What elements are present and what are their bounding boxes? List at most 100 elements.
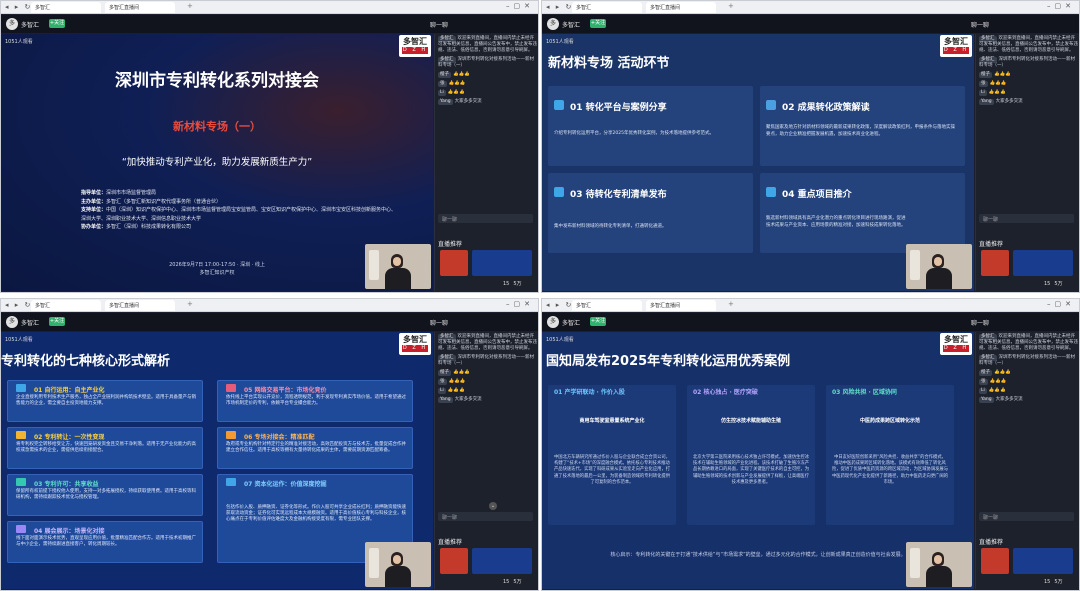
brand-logo: 多智汇 D Z H: [399, 333, 431, 355]
chat-message: 多智汇 深圳市专利转化对接系列活动——新材料专场（一）: [438, 355, 534, 366]
presenter-camera: [906, 542, 972, 587]
chat-tab[interactable]: 聊一聊: [430, 318, 448, 327]
chat-tab[interactable]: 聊一聊: [971, 20, 989, 29]
chat-panel: 多智汇 欢迎来到直播间，直播间内禁止未经许可发布相关信息，直播间公告发布中，禁止发…: [975, 34, 1079, 291]
host-avatar[interactable]: 多: [547, 316, 559, 328]
thumb[interactable]: [981, 548, 1009, 574]
chat-message: 张 👍👍👍: [979, 379, 1007, 385]
recommend-label: 直播推荐: [438, 539, 463, 546]
host-avatar[interactable]: 多: [547, 18, 559, 30]
chat-message: 张 👍👍👍: [438, 81, 466, 87]
recommend-thumbs[interactable]: [979, 548, 1079, 574]
recommend-thumbs[interactable]: [438, 548, 538, 574]
browser-tabbar: ◂ ▸ ↻ 多智汇 多智汇直播间 + –▢✕: [1, 1, 538, 14]
case-desc: 北京大学第三医院采用核心技术独占许可模式，加速仿生控冰技术在辅助生殖领域的产业化…: [693, 455, 810, 485]
window-controls[interactable]: –▢✕: [506, 2, 534, 10]
chat-input[interactable]: 聊一聊: [979, 214, 1074, 223]
form-card: 06 专场对接会：精准匹配 政府或专业机构针对特定行业的精准对接活动，高效匹配投…: [217, 427, 413, 469]
follow-button[interactable]: +关注: [590, 317, 606, 326]
follow-button[interactable]: +关注: [49, 19, 65, 28]
chat-message: 张 👍👍👍: [979, 81, 1007, 87]
thumb[interactable]: [1013, 250, 1073, 276]
chat-message: Yang 大家多多交流: [979, 397, 1023, 403]
case-subtitle: 仿生控冰技术赋能辅助生殖: [720, 418, 781, 424]
slide-cases: 1051人观看 多智汇 D Z H 国知局发布2025年专利转化运用优秀案例 01…: [542, 332, 974, 589]
browser-tabbar: ◂ ▸ ↻ 多智汇 多智汇直播间 + –▢✕: [542, 1, 1079, 14]
chat-message: Li 👍👍👍: [438, 90, 465, 96]
form-desc: 包括作价入股、质押融资、证券化等形式。作价入股可共享企业成长红利；质押融资能快速…: [226, 505, 406, 523]
chat-message: Li 👍👍👍: [979, 388, 1006, 394]
chat-input[interactable]: 聊一聊: [979, 512, 1074, 521]
nav-buttons[interactable]: ◂ ▸ ↻: [5, 301, 32, 309]
case-card: 02 核心独占 · 医疗突破 仿生控冰技术赋能辅助生殖 北京大学第三医院采用核心…: [687, 385, 815, 525]
brand-name: 多智汇: [403, 335, 427, 344]
viewer-count: 1051人观看: [546, 337, 574, 343]
chat-tab[interactable]: 聊一聊: [971, 318, 989, 327]
nav-buttons[interactable]: ◂ ▸ ↻: [5, 3, 32, 11]
chat-input[interactable]: 聊一聊: [438, 512, 533, 521]
browser-window-4: ◂ ▸ ↻ 多智汇 多智汇直播间 + –▢✕ 多 多智汇 +关注 聊一聊 105…: [541, 298, 1080, 591]
agenda-desc: 甄选新材料领域具有高产业化潜力的重点转化项目进行现场路演，促进技术成果与产业资本…: [766, 216, 906, 228]
new-tab-icon[interactable]: +: [187, 2, 193, 10]
nav-buttons[interactable]: ◂ ▸ ↻: [546, 3, 573, 11]
thumb[interactable]: [440, 548, 468, 574]
thumb[interactable]: [472, 548, 532, 574]
agenda-desc: 介绍专利转化运用平台，分享2025年优秀转化案例，为技术落地提供参考范式。: [554, 131, 714, 136]
form-title: 04 展会展示：场景化对接: [34, 528, 105, 535]
host-avatar[interactable]: 多: [6, 316, 18, 328]
follow-button[interactable]: +关注: [49, 317, 65, 326]
organizer-row: 支持单位：中国（深圳）知识产权保护中心、深圳市市场监督管理局宝安监管局、宝安区知…: [81, 207, 397, 222]
nav-buttons[interactable]: ◂ ▸ ↻: [546, 301, 573, 309]
thumb[interactable]: [472, 250, 532, 276]
scroll-down-icon[interactable]: ⌄: [489, 502, 497, 510]
brand-name: 多智汇: [944, 37, 968, 46]
slide-title: 新材料专场 活动环节: [548, 56, 670, 71]
recommend-label: 直播推荐: [979, 539, 1004, 546]
tab-1[interactable]: 多智汇: [572, 300, 642, 311]
license-icon: [16, 478, 26, 486]
tab-2[interactable]: 多智汇直播间: [105, 300, 175, 311]
chat-panel: 多智汇 欢迎来到直播间，直播间内禁止未经许可发布相关信息，直播间公告发布中，禁止发…: [975, 332, 1079, 589]
brand-tag: D Z H: [943, 345, 969, 352]
tab-1[interactable]: 多智汇: [572, 2, 642, 13]
chat-message: Li 👍👍👍: [438, 388, 465, 394]
window-controls[interactable]: –▢✕: [1047, 2, 1075, 10]
tab-1[interactable]: 多智汇: [31, 300, 101, 311]
recommend-thumbs[interactable]: [438, 250, 538, 276]
new-tab-icon[interactable]: +: [187, 300, 193, 308]
live-header: 多 多智汇 +关注 聊一聊: [542, 15, 1079, 33]
thumb[interactable]: [981, 250, 1009, 276]
form-card: 03 专利许可：共享收益 保留所有权前提下授权他人使用，支持一对多拓展授权，持续…: [7, 474, 203, 516]
form-title: 05 网络交易平台：市场化竞价: [244, 387, 327, 394]
new-tab-icon[interactable]: +: [728, 300, 734, 308]
chat-message: 多智汇 深圳市专利转化对接系列活动——新材料专场（一）: [979, 57, 1075, 68]
form-card: 05 网络交易平台：市场化竞价 依托线上平台实现公开竞价，流程透明规范，利于发现…: [217, 380, 413, 422]
form-desc: 将专利权完全转移给受让方，快速回笼研发资金且交易干净利落。适用于无产业化能力的高…: [16, 442, 196, 454]
capital-icon: [226, 478, 236, 486]
thumb[interactable]: [440, 250, 468, 276]
agenda-title: 03 待转化专利清单发布: [570, 190, 667, 200]
case-subtitle: 商用车驾驶室悬置系统产业化: [579, 418, 645, 424]
live-header: 多 多智汇 +关注 聊一聊: [542, 313, 1079, 331]
form-desc: 依托线上平台实现公开竞价，流程透明规范，利于发现专利真实市场价值。适用于希望通过…: [226, 395, 406, 407]
case-card: 01 产学研联动 · 作价入股 商用车驾驶室悬置系统产业化 中国北方车辆研究所通…: [548, 385, 676, 525]
tab-1[interactable]: 多智汇: [31, 2, 101, 13]
browser-tabbar: ◂ ▸ ↻ 多智汇 多智汇直播间 + –▢✕: [542, 299, 1079, 312]
host-avatar[interactable]: 多: [6, 18, 18, 30]
window-controls[interactable]: –▢✕: [506, 300, 534, 308]
tab-2[interactable]: 多智汇直播间: [646, 2, 716, 13]
case-subtitle: 中医药成果跨区域转化示范: [859, 418, 920, 424]
chat-input[interactable]: 聊一聊: [438, 214, 533, 223]
brand-logo: 多智汇 D Z H: [940, 35, 972, 57]
new-tab-icon[interactable]: +: [728, 2, 734, 10]
host-name: 多智汇: [562, 22, 581, 29]
chat-tab[interactable]: 聊一聊: [430, 20, 448, 29]
thumb[interactable]: [1013, 548, 1073, 574]
window-controls[interactable]: –▢✕: [1047, 300, 1075, 308]
follow-button[interactable]: +关注: [590, 19, 606, 28]
recommend-thumbs[interactable]: [979, 250, 1079, 276]
like-stats: 15 5万: [1044, 281, 1063, 287]
tab-2[interactable]: 多智汇直播间: [105, 2, 175, 13]
agenda-desc: 集中发布新材料领域的待转化专利清单，打通转化通道。: [554, 224, 667, 229]
tab-2[interactable]: 多智汇直播间: [646, 300, 716, 311]
